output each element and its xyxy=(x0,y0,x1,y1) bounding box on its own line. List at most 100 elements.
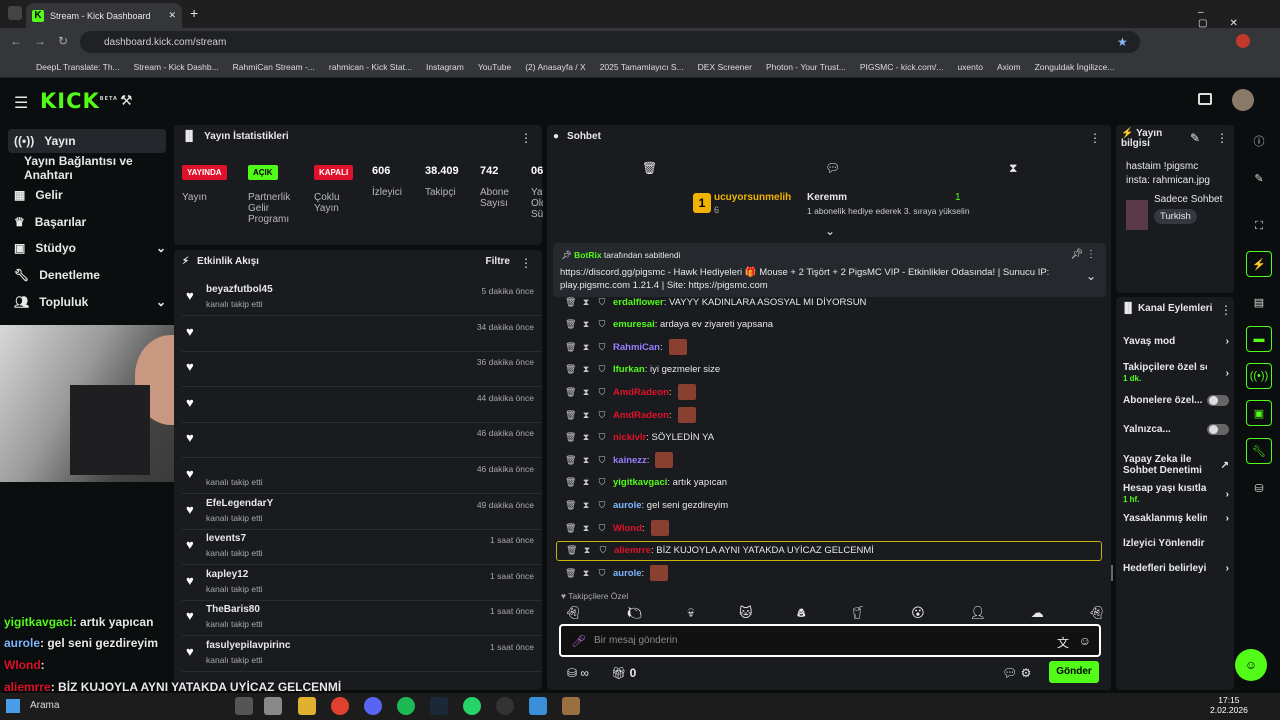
shield-icon[interactable]: ⛉ xyxy=(597,319,607,330)
hourglass-icon[interactable]: ⧗ xyxy=(581,342,591,353)
broadcast-rail-button[interactable]: ((•)) xyxy=(1246,363,1272,389)
hamburger-menu-icon[interactable]: ☰ xyxy=(14,93,28,113)
help-chat-button[interactable]: ☺ xyxy=(1235,649,1267,681)
app-icon[interactable] xyxy=(529,697,547,715)
expand-chevron-icon[interactable]: ⌄ xyxy=(825,224,835,238)
channel-action-item[interactable]: Takipçilere özel soh1 dk.› xyxy=(1123,362,1229,384)
pinned-text[interactable]: https://discord.gg/pigsmc - Hawk Hediyel… xyxy=(560,266,1085,292)
bookmark-item[interactable]: Axiom xyxy=(997,62,1021,72)
translate-icon[interactable]: 文 xyxy=(1057,634,1069,651)
sidebar-item-yayin[interactable]: ((•)) Yayın xyxy=(8,129,166,153)
shield-icon[interactable]: ⛉ xyxy=(597,364,607,375)
wallet-icon[interactable] xyxy=(1198,93,1212,105)
file-icon[interactable] xyxy=(264,697,282,715)
chat-message[interactable]: 🗑︎ ⧗ ⛉ yigitkavgaci: artık yapıcan xyxy=(565,473,727,493)
more-options-icon[interactable]: ⋮ xyxy=(1220,303,1232,317)
url-input[interactable]: dashboard.kick.com/stream xyxy=(80,31,1140,53)
category-thumbnail[interactable] xyxy=(1126,200,1148,230)
chat-settings-icon[interactable]: 💬︎ ⚙ xyxy=(1002,666,1031,680)
trash-icon[interactable]: 🗑︎ xyxy=(565,477,576,488)
chat-message[interactable]: 🗑︎ ⧗ ⛉ aurole: gel seni gezdireyim xyxy=(565,495,728,515)
sidebar-item-denetleme[interactable]: 🔧︎ Denetleme xyxy=(8,263,166,287)
more-options-icon[interactable]: ⋮ xyxy=(1089,131,1101,145)
chat-message[interactable]: 🗑︎ ⧗ ⛉ lfurkan: iyi gezmeler size xyxy=(565,360,720,380)
bookmark-item[interactable]: uxento xyxy=(957,62,983,72)
document-icon[interactable]: ▤ xyxy=(1246,289,1272,315)
chat-message[interactable]: 🗑︎ ⧗ ⛉ Wlond: xyxy=(565,518,669,538)
trash-icon[interactable]: 🗑︎ xyxy=(565,500,576,511)
more-options-icon[interactable]: ⋮ xyxy=(1216,131,1228,145)
spotify-icon[interactable] xyxy=(397,697,415,715)
shield-icon[interactable]: ⛉ xyxy=(597,297,607,308)
shield-icon[interactable]: ⛉ xyxy=(597,523,607,534)
emote-bar[interactable]: 👻︎ 🍋︎ 💀︎ 🐱︎ 💩︎ 🥤︎ 😮︎ 👤︎ ☁︎ 👻︎ xyxy=(565,605,1105,623)
chevron-down-icon[interactable]: ⌄ xyxy=(1086,269,1096,283)
shield-icon[interactable]: ⛉ xyxy=(597,432,607,443)
whatsapp-icon[interactable] xyxy=(463,697,481,715)
channel-action-item[interactable]: Hesap yaşı kısıtlama1 hf.› xyxy=(1123,483,1229,505)
chat-message[interactable]: 🗑︎ ⧗ ⛉ AmdRadeon: xyxy=(565,405,696,425)
bookmark-item[interactable]: PIGSMC - kick.com/... xyxy=(860,62,944,72)
filter-button[interactable]: Filtre xyxy=(486,256,510,267)
bookmark-item[interactable]: Photon - Your Trust... xyxy=(766,62,846,72)
gift-icon[interactable]: 🎁︎ 0 xyxy=(611,666,636,680)
shield-icon[interactable]: ⛉ xyxy=(598,545,608,556)
nav-arrows-icon[interactable]: ←→↻ xyxy=(10,34,80,48)
chat-message[interactable]: 🗑︎ ⧗ ⛉ kainezz: xyxy=(565,450,674,470)
toggle-switch[interactable] xyxy=(1207,424,1229,435)
shield-icon[interactable]: ⛉ xyxy=(597,455,607,466)
info-icon[interactable]: ⓘ xyxy=(1246,128,1272,154)
bookmark-item[interactable]: (2) Anasayfa / X xyxy=(525,62,585,72)
shield-icon[interactable]: ⛉ xyxy=(597,387,607,398)
chat-message[interactable]: 🗑︎ ⧗ ⛉ emuresai: ardaya ev ziyareti yapsana xyxy=(565,315,773,335)
edit-icon[interactable]: ✎ xyxy=(1246,165,1272,191)
points-icon[interactable]: ⛁ ∞ xyxy=(567,666,589,680)
browser-tab[interactable]: K Stream - Kick Dashboard ✕ xyxy=(26,3,182,28)
trash-icon[interactable]: 🗑︎ xyxy=(565,342,576,353)
bookmark-item[interactable]: YouTube xyxy=(478,62,511,72)
microphone-icon[interactable]: 🎤︎ xyxy=(571,634,586,648)
category-name[interactable]: Sadece Sohbet xyxy=(1154,194,1222,205)
hourglass-icon[interactable]: ⧗ xyxy=(581,364,591,375)
shield-icon[interactable]: ⛉ xyxy=(597,477,607,488)
wallet-rail-button[interactable]: ▣ xyxy=(1246,400,1272,426)
bookmark-item[interactable]: Stream - Kick Dashb... xyxy=(134,62,219,72)
chat-message[interactable]: 🗑︎ ⧗ ⛉ erdalflower: VAYYY KADINLARA ASOSYAL… xyxy=(565,292,866,312)
bookmark-item[interactable]: 2025 Tamamlayıcı S... xyxy=(600,62,684,72)
send-button[interactable]: Gönder xyxy=(1049,661,1099,683)
sidebar-item-stream-key[interactable]: Yayın Bağlantısı ve Anahtarı xyxy=(8,154,166,182)
kick-logo[interactable]: KICKBETA xyxy=(40,89,118,113)
steam-icon[interactable] xyxy=(430,697,448,715)
screenshot-icon[interactable]: ⛶ xyxy=(1246,213,1272,239)
hourglass-icon[interactable]: ⧗ xyxy=(1009,161,1017,176)
channel-action-item[interactable]: Hedefleri belirleyin › xyxy=(1123,563,1229,574)
trash-icon[interactable]: 🗑︎ xyxy=(566,545,577,556)
chat-message[interactable]: 🗑︎ ⧗ ⛉ aliemrre: BİZ KUJOYLA AYNI YATAKDA U… xyxy=(556,540,1102,561)
hourglass-icon[interactable]: ⧗ xyxy=(581,500,591,511)
user-avatar[interactable] xyxy=(1232,89,1254,111)
shield-icon[interactable]: ⛉ xyxy=(597,342,607,353)
trash-icon[interactable]: 🗑︎ xyxy=(565,432,576,443)
chat-message[interactable]: 🗑︎ ⧗ ⛉ RahmiCan: xyxy=(565,337,687,357)
chrome-icon[interactable] xyxy=(331,697,349,715)
trash-icon[interactable]: 🗑︎ xyxy=(565,297,576,308)
minecraft-icon[interactable] xyxy=(562,697,580,715)
sidebar-item-studyo[interactable]: ▣ Stüdyo ⌄ xyxy=(8,236,166,260)
trash-icon[interactable]: 🗑︎ xyxy=(565,364,576,375)
hourglass-icon[interactable]: ⧗ xyxy=(581,319,591,330)
more-options-icon[interactable]: ⋮ xyxy=(520,256,532,270)
hourglass-icon[interactable]: ⧗ xyxy=(582,545,592,556)
hourglass-icon[interactable]: ⧗ xyxy=(581,297,591,308)
top-gifter-name[interactable]: ucuyorsunmelih xyxy=(714,192,791,203)
trash-icon[interactable]: 🗑︎ xyxy=(565,568,576,579)
second-gifter-name[interactable]: Keremm xyxy=(807,192,847,203)
new-tab-icon[interactable]: + xyxy=(190,5,198,21)
obs-icon[interactable] xyxy=(496,697,514,715)
window-controls[interactable]: –▢✕ xyxy=(1198,7,1280,29)
pin-icon[interactable]: 📌︎ ⋮ xyxy=(1071,249,1096,260)
hourglass-icon[interactable]: ⧗ xyxy=(581,455,591,466)
hourglass-icon[interactable]: ⧗ xyxy=(581,410,591,421)
hourglass-icon[interactable]: ⧗ xyxy=(581,477,591,488)
close-tab-icon[interactable]: ✕ xyxy=(168,10,176,21)
shield-icon[interactable]: ⛉ xyxy=(597,568,607,579)
